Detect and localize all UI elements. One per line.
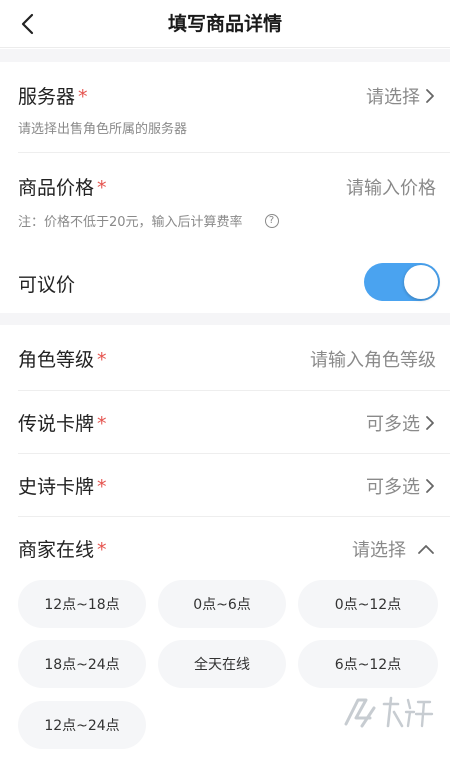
- legend-cards-label: 传说卡牌 *: [18, 409, 107, 436]
- chevron-up-icon: [418, 545, 434, 554]
- price-label-text: 商品价格: [18, 177, 95, 199]
- server-hint: 请选择出售角色所属的服务器: [18, 118, 187, 137]
- toggle-knob: [404, 265, 438, 299]
- negotiable-row: 可议价: [0, 243, 450, 313]
- server-select[interactable]: 请选择: [366, 83, 436, 109]
- negotiable-label: 可议价: [18, 274, 76, 296]
- level-input-placeholder: 请输入角色等级: [310, 350, 436, 371]
- required-mark: *: [78, 86, 88, 108]
- question-icon[interactable]: ?: [264, 213, 279, 228]
- legend-cards-row[interactable]: 传说卡牌 * 可多选: [0, 391, 450, 453]
- watermark-logo: [344, 696, 434, 728]
- server-label-text: 服务器: [18, 86, 76, 108]
- price-label: 商品价格 *: [18, 173, 107, 200]
- required-mark: *: [97, 539, 107, 561]
- section-gap: [0, 49, 450, 62]
- required-mark: *: [97, 476, 107, 498]
- page: 填写商品详情 服务器 * 请选择 请选择出售角色所属的服务器 商品价格 * 请输入价…: [0, 0, 450, 759]
- time-option-chip[interactable]: 6点~12点: [298, 640, 438, 688]
- section-gap: [0, 313, 450, 325]
- epic-cards-label: 史诗卡牌 *: [18, 472, 107, 499]
- price-row: 商品价格 * 请输入价格 注：价格不低于20元，输入后计算费率 ?: [0, 153, 450, 243]
- server-hint-text: 请选择出售角色所属的服务器: [18, 122, 188, 137]
- negotiable-toggle[interactable]: [364, 263, 440, 301]
- server-select-text: 请选择: [366, 87, 420, 108]
- price-hint: 注：价格不低于20元，输入后计算费率 ?: [18, 211, 279, 230]
- server-label: 服务器 *: [18, 82, 88, 109]
- price-input[interactable]: 请输入价格: [346, 174, 436, 200]
- time-option-chip[interactable]: 0点~6点: [158, 580, 286, 628]
- level-label-text: 角色等级: [18, 349, 95, 371]
- required-mark: *: [97, 413, 107, 435]
- time-option-chip[interactable]: 0点~12点: [298, 580, 438, 628]
- time-option-chip[interactable]: 12点~24点: [18, 701, 146, 749]
- legend-cards-select[interactable]: 可多选: [366, 410, 436, 436]
- epic-cards-label-text: 史诗卡牌: [18, 476, 95, 498]
- time-option-chip[interactable]: 全天在线: [158, 640, 286, 688]
- epic-cards-select-text: 可多选: [366, 477, 420, 498]
- online-label: 商家在线 *: [18, 535, 107, 562]
- legend-cards-label-text: 传说卡牌: [18, 413, 95, 435]
- required-mark: *: [97, 177, 107, 199]
- required-mark: *: [97, 349, 107, 371]
- online-select-text: 请选择: [352, 540, 406, 561]
- online-label-text: 商家在线: [18, 539, 95, 561]
- legend-cards-select-text: 可多选: [366, 414, 420, 435]
- time-option-chip[interactable]: 18点~24点: [18, 640, 146, 688]
- chevron-right-icon: [426, 416, 434, 430]
- price-hint-text: 注：价格不低于20元，输入后计算费率: [18, 215, 243, 230]
- chevron-right-icon: [426, 89, 434, 103]
- level-input[interactable]: 请输入角色等级: [310, 346, 436, 372]
- level-row: 角色等级 * 请输入角色等级: [0, 325, 450, 389]
- time-option-chip[interactable]: 12点~18点: [18, 580, 146, 628]
- epic-cards-row[interactable]: 史诗卡牌 * 可多选: [0, 454, 450, 516]
- chevron-right-icon: [426, 479, 434, 493]
- price-input-placeholder: 请输入价格: [346, 178, 436, 199]
- online-select[interactable]: 请选择: [352, 536, 436, 562]
- page-title: 填写商品详情: [167, 13, 282, 35]
- top-bar: 填写商品详情: [0, 0, 450, 48]
- epic-cards-select[interactable]: 可多选: [366, 473, 436, 499]
- level-label: 角色等级 *: [18, 345, 107, 372]
- online-row[interactable]: 商家在线 * 请选择: [0, 517, 450, 577]
- server-row[interactable]: 服务器 * 请选择 请选择出售角色所属的服务器: [0, 62, 450, 152]
